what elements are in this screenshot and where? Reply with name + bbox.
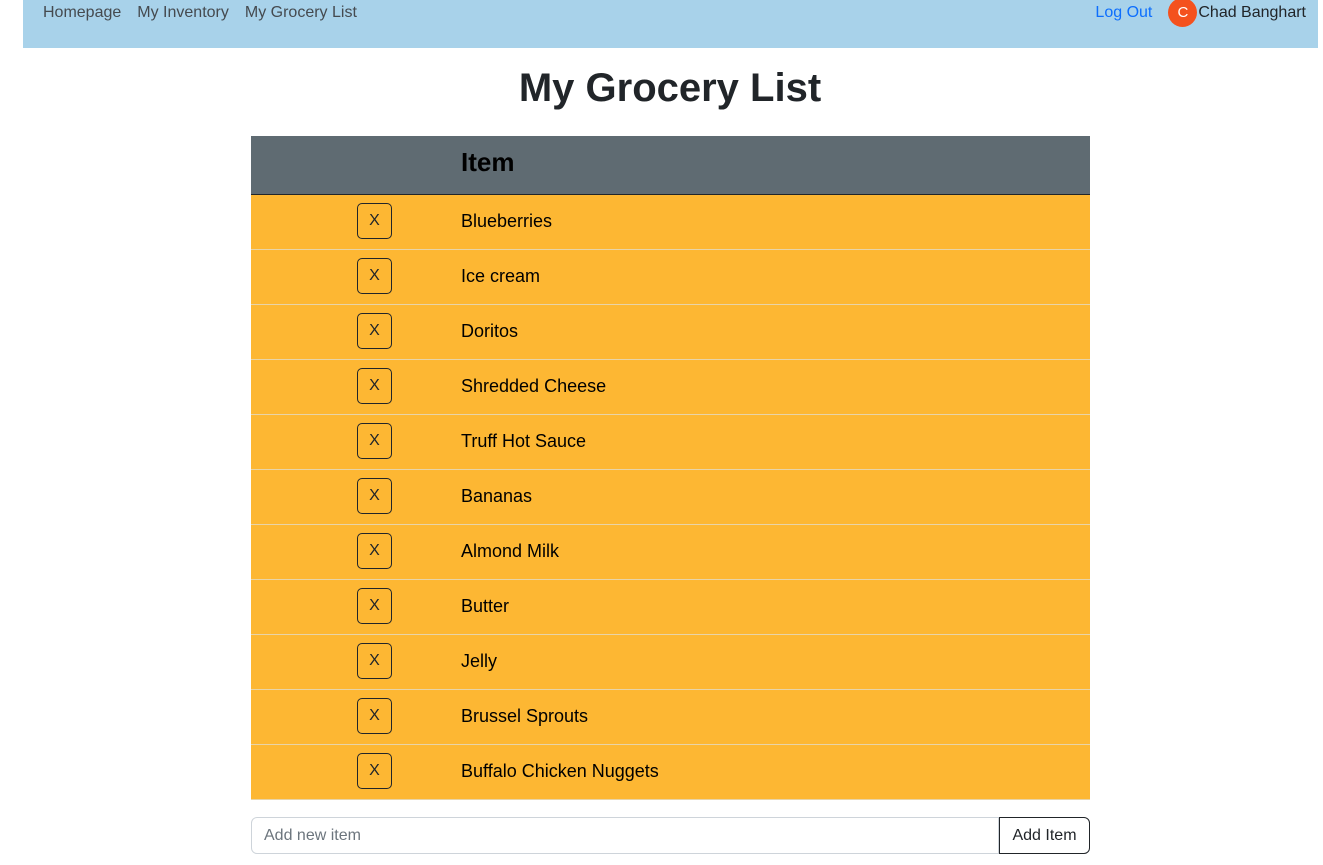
item-name: Almond Milk <box>461 541 560 561</box>
delete-item-button[interactable]: X <box>357 478 392 514</box>
new-item-input[interactable] <box>251 817 999 854</box>
table-row: X Almond Milk <box>251 525 1090 580</box>
user-menu: Log Out C Chad Banghart <box>1095 0 1306 27</box>
delete-item-button[interactable]: X <box>357 588 392 624</box>
item-name: Shredded Cheese <box>461 376 607 396</box>
grocery-table: Item X Blueberries X Ice cream X Doritos X Shre… <box>251 136 1090 800</box>
item-name: Bananas <box>461 486 533 506</box>
delete-item-button[interactable]: X <box>357 698 392 734</box>
delete-item-button[interactable]: X <box>357 203 392 239</box>
table-body: X Blueberries X Ice cream X Doritos X Shredded … <box>251 195 1090 800</box>
item-name: Butter <box>461 596 510 616</box>
nav-links: Homepage My Inventory My Grocery List <box>43 4 357 22</box>
add-item-form: Add Item <box>251 817 1090 854</box>
logout-link[interactable]: Log Out <box>1095 4 1152 22</box>
delete-item-button[interactable]: X <box>357 313 392 349</box>
delete-item-button[interactable]: X <box>357 423 392 459</box>
delete-item-button[interactable]: X <box>357 258 392 294</box>
nav-link-my-inventory[interactable]: My Inventory <box>137 4 229 22</box>
item-name: Ice cream <box>461 266 541 286</box>
column-header-item: Item <box>461 147 515 177</box>
nav-link-my-grocery-list[interactable]: My Grocery List <box>245 4 357 22</box>
table-row: X Truff Hot Sauce <box>251 415 1090 470</box>
table-row: X Doritos <box>251 305 1090 360</box>
table-row: X Ice cream <box>251 250 1090 305</box>
item-name: Buffalo Chicken Nuggets <box>461 761 659 781</box>
add-item-button[interactable]: Add Item <box>999 817 1090 854</box>
delete-item-button[interactable]: X <box>357 643 392 679</box>
table-row: X Bananas <box>251 470 1090 525</box>
table-row: X Buffalo Chicken Nuggets <box>251 745 1090 800</box>
delete-item-button[interactable]: X <box>357 368 392 404</box>
item-name: Jelly <box>461 651 498 671</box>
item-name: Brussel Sprouts <box>461 706 589 726</box>
table-row: X Shredded Cheese <box>251 360 1090 415</box>
table-row: X Brussel Sprouts <box>251 690 1090 745</box>
table-header: Item <box>251 136 1090 195</box>
item-name: Blueberries <box>461 211 553 231</box>
delete-item-button[interactable]: X <box>357 753 392 789</box>
item-name: Truff Hot Sauce <box>461 431 587 451</box>
user-name: Chad Banghart <box>1198 4 1306 21</box>
page-title: My Grocery List <box>518 66 822 110</box>
table-row: X Blueberries <box>251 195 1090 250</box>
table-row: X Jelly <box>251 635 1090 690</box>
nav-link-homepage[interactable]: Homepage <box>43 4 121 22</box>
item-name: Doritos <box>461 321 519 341</box>
table-row: X Butter <box>251 580 1090 635</box>
avatar[interactable]: C <box>1168 0 1198 27</box>
navbar: Homepage My Inventory My Grocery List Lo… <box>23 0 1318 48</box>
delete-item-button[interactable]: X <box>357 533 392 569</box>
